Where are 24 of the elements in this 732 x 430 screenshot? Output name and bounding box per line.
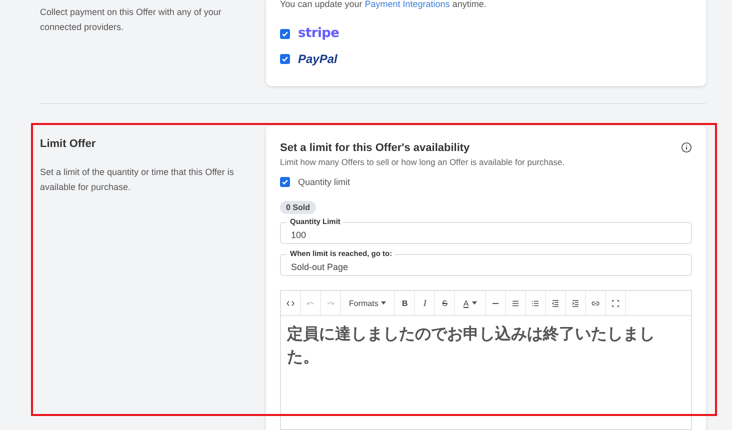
text-color-button[interactable]: A [455, 291, 486, 315]
caret-icon [472, 301, 477, 305]
bold-button[interactable]: B [395, 291, 416, 315]
provider-checkbox[interactable] [280, 54, 290, 64]
formats-dropdown[interactable]: Formats [341, 291, 396, 315]
section-heading: Limit Offer [40, 138, 97, 150]
editor-content: 定員に達しましたのでお申し込みは終了いたしました。 [287, 323, 656, 368]
payment-integrations-link[interactable]: Payment Integrations [364, 0, 450, 9]
strike-button[interactable]: S [435, 291, 456, 315]
paypal-logo: PayPal [298, 52, 338, 66]
rich-text-editor[interactable]: Formats B I S A 定員に達しましたのでお申し込みは終了いたしました。 [280, 290, 692, 430]
quantity-limit-checkbox[interactable] [280, 177, 290, 187]
provider-checkbox[interactable] [280, 28, 290, 38]
info-icon[interactable] [681, 142, 692, 152]
italic-button[interactable]: I [415, 291, 436, 315]
payment-note: You can update your Payment Integrations anytime. [280, 0, 488, 9]
checkbox-label: Quantity limit [298, 177, 350, 187]
card-title: Set a limit for this Offer's availability [280, 142, 470, 154]
sold-count-badge: 0 Sold [280, 201, 316, 214]
caret-icon [381, 301, 386, 305]
card-subtitle: Limit how many Offers to sell or how long an Offer is available for purchase. [280, 157, 566, 167]
section-description: Set a limit of the quantity or time that this Offer is available for purchase. [40, 166, 235, 194]
stripe-logo: stripe [298, 26, 340, 41]
section-description: Collect payment on this Offer with any of your connected providers. [40, 6, 222, 34]
